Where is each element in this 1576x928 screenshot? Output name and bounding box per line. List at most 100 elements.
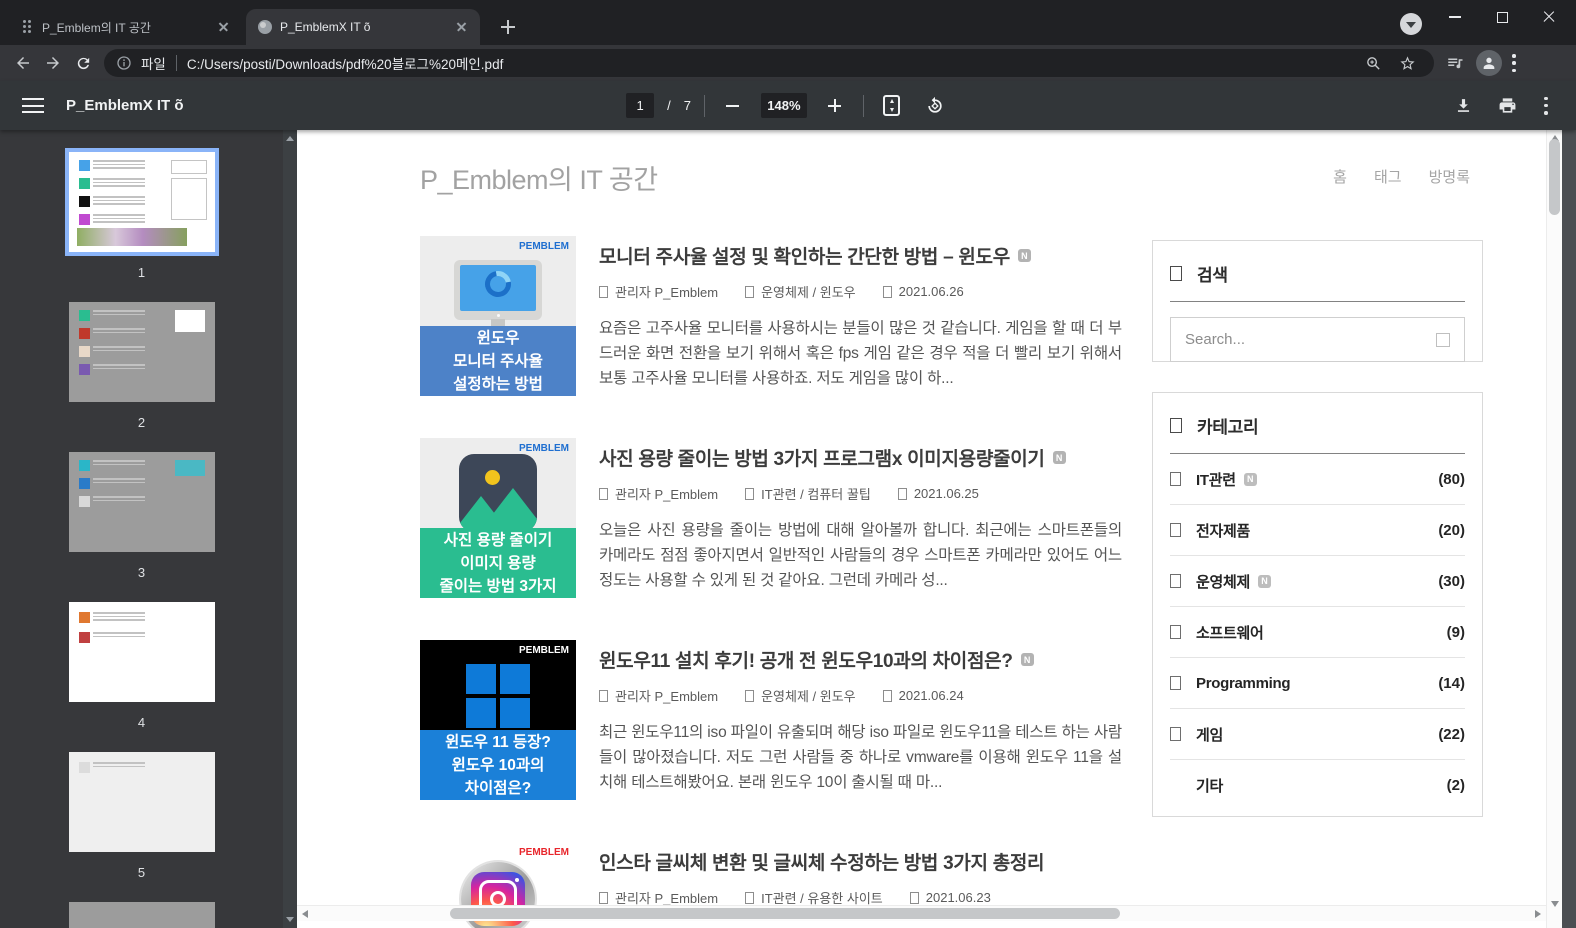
profile-avatar[interactable] (1476, 50, 1502, 76)
post-excerpt[interactable]: 오늘은 사진 용량을 줄이는 방법에 대해 알아볼까 합니다. 최근에는 스마트… (599, 518, 1122, 593)
zoom-page-button[interactable] (1358, 48, 1388, 78)
pdf-page-thumbnail[interactable] (68, 752, 215, 852)
post-thumbnail[interactable]: PEMBLEM 사진 용량 줄이기 이미지 용량 줄이는 방법 3가지 (420, 438, 576, 598)
post-excerpt[interactable]: 최근 윈도우11의 iso 파일이 유출되며 해당 iso 파일로 윈도우11을… (599, 720, 1122, 795)
back-button[interactable] (8, 48, 38, 78)
fit-to-page-button[interactable] (877, 91, 907, 121)
tab-blog-page[interactable]: P_Emblem의 IT 공간 (8, 9, 242, 45)
post-thumbnail[interactable]: PEMBLEM 윈도우 모니터 주사율 설정하는 방법 (420, 236, 576, 396)
category-bullet-icon (1170, 625, 1181, 639)
download-icon (1457, 99, 1469, 112)
category-item[interactable]: 전자제품 (20) (1170, 505, 1465, 556)
category-item[interactable]: IT관련 N (80) (1170, 454, 1465, 505)
scroll-down-icon[interactable] (1551, 901, 1559, 907)
category-icon (745, 891, 755, 904)
nav-tag-link[interactable]: 태그 (1374, 166, 1402, 187)
window-maximize-button[interactable] (1479, 0, 1525, 34)
tab-close-icon[interactable] (454, 19, 470, 35)
scroll-left-icon[interactable] (302, 910, 308, 918)
post-author[interactable]: 관리자 P_Emblem (615, 282, 718, 301)
horizontal-scrollbar-thumb[interactable] (450, 908, 1120, 919)
category-bullet-icon (1170, 523, 1181, 537)
post-excerpt[interactable]: 요즘은 고주사율 모니터를 사용하시는 분들이 많은 것 같습니다. 게임을 할… (599, 316, 1122, 391)
tab-pdf-active[interactable]: P_EmblemX IT õ (246, 9, 480, 45)
post-title-link[interactable]: 윈도우11 설치 후기! 공개 전 윈도우10과의 차이점은? (599, 646, 1013, 673)
pdf-page-thumbnail-item[interactable]: 4 (0, 602, 283, 730)
thumbnail-caption: 사진 용량 줄이기 이미지 용량 줄이는 방법 3가지 (420, 528, 576, 598)
post-category[interactable]: 운영체제 / 윈도우 (761, 686, 856, 705)
rotate-button[interactable] (920, 91, 950, 121)
post-body: 모니터 주사율 설정 및 확인하는 간단한 방법 – 윈도우 N 관리자 P_E… (599, 236, 1122, 396)
category-count: (30) (1438, 572, 1465, 590)
post-category[interactable]: IT관련 / 컴퓨터 꿀팁 (761, 484, 871, 503)
category-item[interactable]: 소프트웨어 (9) (1170, 607, 1465, 658)
category-label[interactable]: 기타 (1196, 775, 1223, 796)
post-title-link[interactable]: 사진 용량 줄이는 방법 3가지 프로그램x 이미지용량줄이기 (599, 444, 1045, 471)
vertical-scrollbar[interactable] (1546, 130, 1562, 928)
blog-title[interactable]: P_Emblem의 IT 공간 (420, 158, 658, 197)
tab-title: P_EmblemX IT õ (280, 20, 371, 34)
window-close-button[interactable] (1526, 0, 1572, 34)
vertical-scrollbar-thumb[interactable] (1549, 139, 1560, 215)
page-number-input[interactable]: 1 (626, 93, 655, 118)
category-item[interactable]: 기타 (2) (1170, 760, 1465, 811)
post-thumbnail[interactable]: PEMBLEM 윈도우 11 등장? 윈도우 10과의 차이점은? (420, 640, 576, 800)
pdf-page-thumbnail[interactable] (68, 902, 215, 928)
url-text[interactable]: C:/Users/posti/Downloads/pdf%20블로그%20메인.… (187, 53, 1350, 73)
zoom-out-button[interactable] (718, 91, 748, 121)
pdf-page-thumbnail-item[interactable]: 3 (0, 452, 283, 580)
reading-list-extension-button[interactable] (1440, 48, 1470, 78)
category-item[interactable]: 운영체제 N (30) (1170, 556, 1465, 607)
category-bullet-icon (1170, 727, 1181, 741)
new-tab-button[interactable] (494, 13, 522, 41)
post-title-link[interactable]: 모니터 주사율 설정 및 확인하는 간단한 방법 – 윈도우 (599, 242, 1010, 269)
pdf-page-thumbnail-item[interactable] (0, 902, 283, 928)
nav-home-link[interactable]: 홈 (1333, 166, 1347, 187)
zoom-level-input[interactable]: 148% (760, 93, 807, 118)
category-label[interactable]: 운영체제 (1196, 571, 1250, 592)
category-label[interactable]: 전자제품 (1196, 520, 1250, 541)
search-input[interactable]: Search... (1170, 317, 1465, 362)
blog-nav: 홈 태그 방명록 (1333, 166, 1470, 187)
search-widget: 검색 Search... (1152, 240, 1483, 362)
pdf-page-thumbnail-item[interactable]: 1 (0, 148, 283, 280)
window-minimize-button[interactable] (1432, 0, 1478, 34)
post-category[interactable]: 운영체제 / 윈도우 (761, 282, 856, 301)
scroll-down-icon[interactable] (286, 917, 294, 922)
category-label[interactable]: IT관련 (1196, 469, 1236, 490)
category-label[interactable]: 게임 (1196, 724, 1223, 745)
category-label[interactable]: Programming (1196, 675, 1291, 692)
media-control-button[interactable] (1400, 13, 1422, 35)
horizontal-scrollbar[interactable] (297, 905, 1546, 921)
bookmark-button[interactable] (1392, 48, 1422, 78)
category-item[interactable]: Programming (14) (1170, 658, 1465, 709)
pdf-page-thumbnail[interactable] (68, 452, 215, 552)
pdf-page-thumbnail[interactable] (64, 148, 219, 256)
minus-icon (726, 104, 740, 107)
forward-button[interactable] (38, 48, 68, 78)
omnibox[interactable]: 파일 C:/Users/posti/Downloads/pdf%20블로그%20… (104, 49, 1434, 77)
pdf-page-thumbnail-item[interactable]: 5 (0, 752, 283, 880)
zoom-in-button[interactable] (820, 91, 850, 121)
download-button[interactable] (1446, 91, 1480, 121)
pdf-page-thumbnail[interactable] (68, 602, 215, 702)
print-button[interactable] (1490, 91, 1524, 121)
scroll-right-icon[interactable] (1535, 910, 1541, 918)
post-author[interactable]: 관리자 P_Emblem (615, 484, 718, 503)
post-title-link[interactable]: 인스타 글씨체 변환 및 글씨체 수정하는 방법 3가지 총정리 (599, 848, 1045, 875)
sidebar-scrollbar[interactable] (283, 130, 297, 928)
search-submit-icon[interactable] (1436, 332, 1450, 347)
tab-close-icon[interactable] (216, 19, 232, 35)
post-author[interactable]: 관리자 P_Emblem (615, 686, 718, 705)
info-icon[interactable] (116, 55, 132, 71)
reload-button[interactable] (68, 48, 98, 78)
nav-guestbook-link[interactable]: 방명록 (1429, 166, 1470, 187)
category-item[interactable]: 게임 (22) (1170, 709, 1465, 760)
pdf-page-thumbnail-item[interactable]: 2 (0, 302, 283, 430)
browser-menu-button[interactable] (1512, 54, 1516, 72)
pdf-more-options-button[interactable] (1544, 96, 1548, 115)
post-item: PEMBLEM 윈도우 모니터 주사율 설정하는 방법 모니터 주사율 설정 및… (420, 236, 1122, 396)
scroll-up-icon[interactable] (286, 136, 294, 141)
pdf-page-thumbnail[interactable] (68, 302, 215, 402)
category-label[interactable]: 소프트웨어 (1196, 622, 1264, 643)
